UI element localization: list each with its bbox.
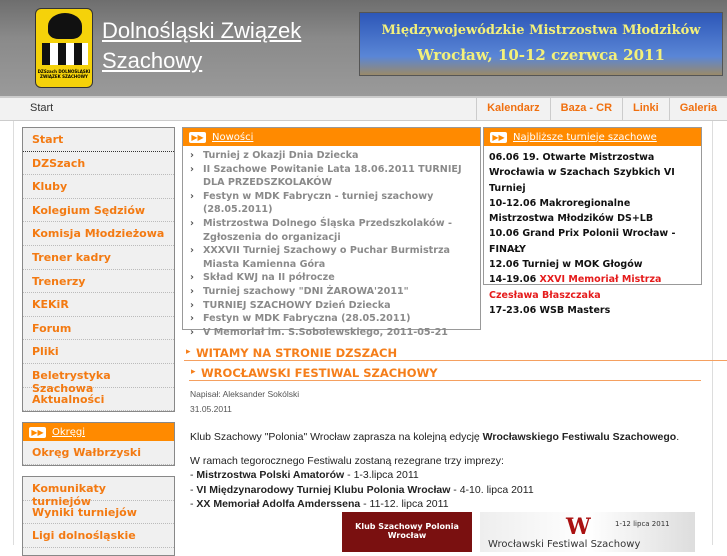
menu-item[interactable]: Kolegium Sędziów xyxy=(23,199,174,223)
main-menu: Start DZSzach Kluby Kolegium Sędziów Kom… xyxy=(22,127,175,413)
news-item[interactable]: TURNIEJ SZACHOWY Dzień Dziecka xyxy=(190,299,474,313)
event-name: VI Międzynarodowy Turniej Klubu Polonia … xyxy=(196,483,451,496)
news-header: ▶▶ Nowości xyxy=(183,128,480,146)
menu-item[interactable]: Start xyxy=(23,128,174,152)
welcome-heading: WITAMY NA STRONIE DZSZACH xyxy=(184,346,727,361)
menu-item[interactable]: Kluby xyxy=(23,175,174,199)
article-date: 31.05.2011 xyxy=(190,404,232,414)
news-item[interactable]: Festyn w MDK Fabryczn - turniej szachowy… xyxy=(190,190,474,217)
menu-item[interactable]: KEKiR xyxy=(23,293,174,317)
article-paragraph: Klub Szachowy "Polonia" Wrocław zaprasza… xyxy=(190,430,710,445)
event-date: - 1-3.lipca 2011 xyxy=(344,469,419,481)
event-line: - Mistrzostwa Polski Amatorów - 1-3.lipc… xyxy=(190,469,419,481)
divider xyxy=(13,121,14,545)
upcoming-title[interactable]: Najbliższe turnieje szachowe xyxy=(513,132,657,143)
text: . xyxy=(676,431,680,443)
fast-forward-icon: ▶▶ xyxy=(29,426,46,438)
news-item[interactable]: Skład KWJ na II półrocze xyxy=(190,271,474,285)
tournaments-menu: Komunikaty turniejów Wyniki turniejów Li… xyxy=(22,476,175,556)
menu-item[interactable]: Komunikaty turniejów xyxy=(23,477,174,508)
upcoming-item: 10.06 Grand Prix Polonii Wrocław - FINAŁ… xyxy=(489,228,676,255)
news-title[interactable]: Nowości xyxy=(212,132,253,143)
news-box: ▶▶Nowości Turniej z Okazji Dnia Dziecka … xyxy=(182,127,481,339)
news-item[interactable]: V Memoriał im. S.Sobolewskiego, 2011-05-… xyxy=(190,326,474,340)
upcoming-item: 10-12.06 Makroregionalne Mistrzostwa Mło… xyxy=(489,197,654,225)
eagle-icon xyxy=(48,13,82,39)
event-date: - 4-10. lipca 2011 xyxy=(450,483,534,496)
news-item[interactable]: Turniej szachowy "DNI ŻAROWA'2011" xyxy=(190,285,474,299)
logo[interactable]: DZSzach DOLNOŚLĄSKI ZWIĄZEK SZACHOWY xyxy=(35,8,93,88)
event-line: - VI Międzynarodowy Turniej Klubu Poloni… xyxy=(190,483,534,496)
menu-item[interactable]: Trenerzy xyxy=(23,270,174,294)
menu-item[interactable]: Ligi dolnośląskie xyxy=(23,524,174,548)
festival-date: 1-12 lipca 2011 xyxy=(615,520,670,528)
site-title[interactable]: Dolnośląski Związek Szachowy xyxy=(102,16,332,76)
article: Napisał: Aleksander Sokólski 31.05.2011 … xyxy=(190,387,710,512)
upcoming-item: 12.06 Turniej w MOK Głogów xyxy=(489,259,643,271)
event-name: XX Memoriał Adolfa Amderssena xyxy=(196,498,361,510)
article-paragraph: W ramach tegorocznego Festiwalu zostaną … xyxy=(190,454,504,467)
upcoming-item: 14-19.06 XXVI Memoriał Mistrza Czesława … xyxy=(489,272,696,303)
banner-line2: Wrocław, 10-12 czerwca 2011 xyxy=(417,46,665,64)
article-title[interactable]: WROCŁAWSKI FESTIWAL SZACHOWY xyxy=(189,366,701,381)
menu-item[interactable]: Komisja Młodzieżowa xyxy=(23,222,174,246)
upcoming-header: ▶▶ Najbliższe turnieje szachowe xyxy=(484,128,701,146)
article-author: Napisał: Aleksander Sokólski xyxy=(190,389,300,399)
menu-item[interactable]: Beletrystyka Szachowa xyxy=(23,364,174,395)
event-line: - XX Memoriał Adolfa Amderssena - 11-12.… xyxy=(190,498,449,510)
okregi-header: ▶▶ Okręgi xyxy=(23,423,174,441)
header: DZSzach DOLNOŚLĄSKI ZWIĄZEK SZACHOWY Dol… xyxy=(0,0,727,96)
upcoming-item: 17-23.06 WSB Masters xyxy=(489,304,611,316)
nav-kalendarz[interactable]: Kalendarz xyxy=(476,96,550,121)
text-bold: Wrocławskiego Festiwalu Szachowego xyxy=(482,431,677,443)
menu-item[interactable]: Pliki xyxy=(23,340,174,364)
okregi-title[interactable]: Okręgi xyxy=(52,427,85,438)
menu-item[interactable]: DZSzach xyxy=(23,152,174,176)
fast-forward-icon: ▶▶ xyxy=(490,131,507,143)
festival-logo-letter: W xyxy=(566,514,591,540)
upcoming-box: ▶▶ Najbliższe turnieje szachowe 06.06 19.… xyxy=(483,127,702,316)
nav-galeria[interactable]: Galeria xyxy=(668,96,727,121)
nav-baza-cr[interactable]: Baza - CR xyxy=(549,96,622,121)
chessboard-icon xyxy=(42,43,88,65)
news-item[interactable]: Turniej z Okazji Dnia Dziecka xyxy=(190,149,474,163)
banner[interactable]: Międzywojewódzkie Mistrzostwa Młodzików W… xyxy=(359,12,723,76)
news-item[interactable]: II Szachowe Powitanie Lata 18.06.2011 TU… xyxy=(190,163,474,190)
menu-item[interactable]: Forum xyxy=(23,317,174,341)
news-item[interactable]: Mistrzostwa Dolnego Śląska Przedszkolakó… xyxy=(190,217,474,244)
menu-item[interactable]: Trener kadry xyxy=(23,246,174,270)
text: Klub Szachowy "Polonia" Wrocław zaprasza… xyxy=(190,431,483,443)
divider xyxy=(712,121,713,545)
menu-item[interactable]: Okręg Wałbrzyski xyxy=(23,441,174,465)
upcoming-date: 14-19.06 xyxy=(489,274,537,286)
event-date: - 11-12. lipca 2011 xyxy=(360,498,449,510)
upcoming-item: 06.06 19. Otwarte Mistrzostwa Wrocławia … xyxy=(489,152,675,194)
news-item[interactable]: Festyn w MDK Fabryczna (28.05.2011) xyxy=(190,312,474,326)
event-name: Mistrzostwa Polski Amatorów xyxy=(196,469,345,481)
top-nav: Start Kalendarz Baza - CR Linki Galeria xyxy=(0,96,727,121)
breadcrumb: Start xyxy=(30,102,54,114)
news-item[interactable]: XXXVII Turniej Szachowy o Puchar Burmist… xyxy=(190,244,474,271)
logo-text: DZSzach DOLNOŚLĄSKI ZWIĄZEK SZACHOWY xyxy=(37,69,91,79)
nav-linki[interactable]: Linki xyxy=(622,96,669,121)
festival-image: W 1-12 lipca 2011 Wrocławski Festiwal Sz… xyxy=(480,512,695,552)
club-logo-image: Klub Szachowy Polonia Wrocław xyxy=(342,512,472,552)
banner-line1: Międzywojewódzkie Mistrzostwa Młodzików xyxy=(381,23,701,38)
fast-forward-icon: ▶▶ xyxy=(189,131,206,143)
okregi-box: ▶▶ Okręgi Okręg Wałbrzyski xyxy=(22,422,175,466)
